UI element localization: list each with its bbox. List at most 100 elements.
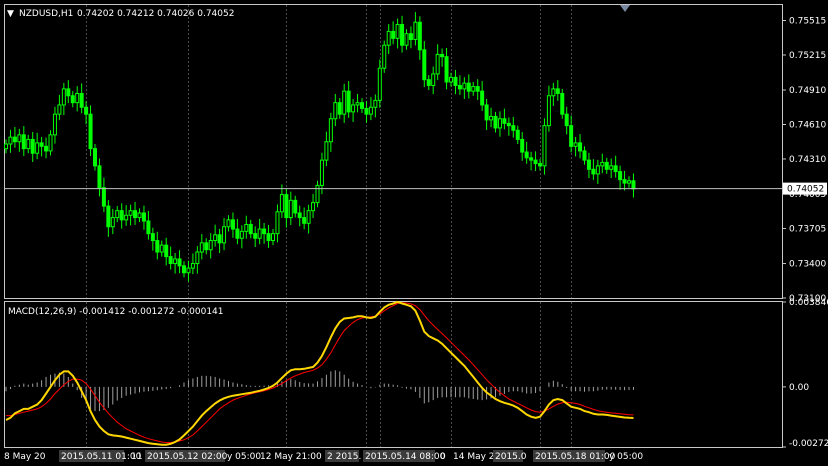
candle-body	[279, 194, 284, 213]
candle-body	[493, 115, 498, 129]
candle-body	[311, 202, 316, 212]
candle-body	[515, 129, 520, 140]
candle-body	[462, 82, 467, 90]
candle-body	[618, 171, 623, 181]
chart-dropdown-arrow-icon[interactable]: ▼	[7, 9, 14, 19]
candle-body	[266, 233, 271, 242]
candle-body	[150, 233, 155, 242]
candle-body	[520, 138, 525, 153]
candle-body	[204, 242, 209, 251]
candle-body	[364, 107, 369, 115]
candle-body	[435, 53, 440, 75]
candle-body	[609, 165, 614, 170]
candle-body	[61, 88, 66, 106]
candle-body	[431, 73, 436, 86]
candle-body	[79, 92, 84, 108]
candle-body	[35, 142, 40, 154]
candle-body	[333, 102, 338, 120]
candle-body	[404, 33, 409, 46]
candle-body	[591, 168, 596, 175]
candle-body	[582, 150, 587, 161]
candle-body	[70, 95, 75, 104]
candle-body	[613, 165, 618, 173]
candle-body	[426, 79, 431, 86]
candle-body	[315, 184, 320, 204]
time-axis-label: 11	[131, 452, 142, 462]
candle-body	[342, 90, 347, 115]
candle-body	[546, 95, 551, 127]
candle-body	[391, 30, 396, 39]
candle-body	[449, 76, 453, 83]
candle-body	[137, 212, 142, 219]
candle-body	[595, 165, 600, 175]
candle-body	[564, 113, 569, 127]
candle-body	[84, 106, 89, 115]
candle-body	[453, 76, 458, 86]
candle-body	[168, 256, 173, 265]
candle-body	[293, 199, 298, 214]
candle-body	[524, 151, 529, 159]
candle-body	[386, 30, 391, 46]
candle-body	[253, 233, 258, 239]
candle-body	[324, 141, 329, 161]
macd-label: MACD(12,26,9) -0.001412 -0.001272 -0.000…	[8, 307, 224, 317]
candle-body	[622, 179, 627, 184]
candle-body	[573, 142, 578, 147]
candle-body	[39, 142, 44, 147]
candle-body	[497, 118, 502, 129]
candle-body	[21, 134, 26, 150]
time-axis-label: 0	[440, 452, 446, 462]
candle-body	[257, 228, 262, 239]
candle-body	[57, 104, 62, 115]
price-chart[interactable]: ▼ NZDUSD,H1 0.74202 0.74212 0.74026 0.74…	[0, 0, 828, 466]
time-axis-label: 2 2015.	[327, 452, 361, 462]
candle-body	[226, 219, 231, 228]
candle-body	[511, 125, 516, 131]
candle-body	[351, 104, 356, 113]
candle-body	[542, 125, 547, 167]
candle-body	[440, 53, 445, 58]
candle-body	[319, 159, 324, 186]
candle-body	[195, 251, 200, 265]
candle-body	[480, 90, 485, 106]
candle-body	[190, 263, 195, 269]
candle-body	[417, 21, 422, 51]
candle-body	[52, 113, 57, 136]
candle-body	[413, 21, 418, 40]
candle-body	[235, 228, 240, 239]
candle-body	[506, 122, 511, 127]
candle-body	[502, 118, 507, 124]
candle-body	[377, 67, 382, 101]
candle-body	[26, 138, 31, 150]
candle-body	[533, 159, 538, 165]
candle-body	[551, 88, 556, 97]
time-axis-label: 2015.05.12 02:00	[147, 452, 228, 462]
chart-background	[0, 0, 828, 466]
candle-body	[569, 125, 574, 147]
candle-body	[360, 102, 364, 109]
price-tick-label: 0.74610	[789, 120, 826, 130]
candle-body	[44, 145, 49, 152]
candle-body	[8, 136, 13, 145]
candle-body	[475, 86, 480, 92]
candle-body	[297, 212, 302, 219]
candle-body	[97, 165, 102, 189]
candle-body	[106, 205, 111, 228]
candle-body	[159, 244, 164, 253]
candle-body	[101, 187, 106, 207]
candle-body	[4, 143, 8, 150]
candle-body	[239, 230, 244, 239]
price-axis: 0.75515 0.75215 0.74910 0.74610 0.74310 0.740…	[782, 17, 827, 304]
candle-body	[177, 258, 182, 267]
price-tick-label: 0.73400	[789, 260, 826, 270]
price-tick-label: 0.74310	[789, 155, 826, 165]
candle-body	[199, 242, 204, 253]
candle-body	[182, 265, 186, 274]
candle-body	[244, 223, 249, 232]
candle-body	[395, 24, 400, 39]
time-axis-label: 12 May 21:00	[260, 452, 322, 462]
candle-body	[275, 211, 280, 235]
candle-body	[302, 217, 307, 224]
candle-body	[248, 223, 253, 235]
candle-body	[186, 267, 191, 274]
